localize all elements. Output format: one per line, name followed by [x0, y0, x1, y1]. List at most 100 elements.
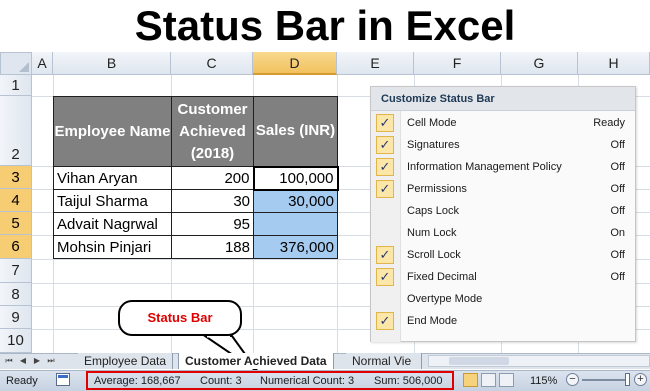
checkmark-icon: ✓ — [376, 246, 394, 264]
menu-item-label: Fixed Decimal — [407, 271, 477, 283]
status-average: Average: 168,667 — [94, 375, 181, 387]
cell-name[interactable]: Vihan Aryan — [53, 166, 172, 190]
cell-sales[interactable]: 30,000 — [253, 189, 338, 213]
row-header-2[interactable]: 2 — [0, 96, 32, 166]
page-break-preview-icon[interactable] — [499, 373, 514, 387]
cell-mode-indicator: Ready — [6, 375, 38, 387]
column-header-b[interactable]: B — [53, 52, 171, 75]
customize-status-bar-menu: Customize Status Bar ✓ Cell Mode Ready ✓ Sig… — [370, 86, 636, 342]
employee-table: Employee Name Customer Achieved (2018) S… — [53, 96, 339, 259]
checkmark-icon: ✓ — [376, 114, 394, 132]
cell-customers[interactable]: 30 — [171, 189, 254, 213]
row-header-3[interactable]: 3 — [0, 166, 32, 189]
cell-customers[interactable]: 95 — [171, 212, 254, 236]
column-header-c[interactable]: C — [171, 52, 253, 75]
page-title: Status Bar in Excel — [134, 2, 516, 49]
menu-item-cell-mode[interactable]: ✓ Cell Mode Ready — [371, 112, 635, 134]
cell-customers[interactable]: 188 — [171, 235, 254, 259]
column-header-g[interactable]: G — [501, 52, 578, 75]
menu-item-value: Off — [610, 271, 625, 283]
row-header-10[interactable]: 10 — [0, 329, 32, 353]
next-sheet-icon[interactable]: ▶ — [32, 355, 42, 367]
table-row: Advait Nagrwal 95 — [53, 212, 338, 236]
menu-title: Customize Status Bar — [371, 87, 635, 111]
status-count: Count: 3 — [200, 375, 242, 387]
cell-name[interactable]: Advait Nagrwal — [53, 212, 172, 236]
zoom-level[interactable]: 115% — [530, 374, 557, 388]
zoom-slider-thumb[interactable] — [625, 373, 630, 386]
header-employee-name[interactable]: Employee Name — [53, 96, 172, 167]
menu-item-fixed-decimal[interactable]: ✓ Fixed Decimal Off — [371, 266, 635, 288]
menu-item-signatures[interactable]: ✓ Signatures Off — [371, 134, 635, 156]
menu-item-value: Ready — [593, 117, 625, 129]
checkmark-icon: ✓ — [376, 268, 394, 286]
menu-item-value: Off — [610, 249, 625, 261]
row-header-1[interactable]: 1 — [0, 75, 32, 96]
page-layout-view-icon[interactable] — [481, 373, 496, 387]
cell-sales[interactable] — [253, 212, 338, 236]
scroll-thumb[interactable] — [449, 357, 509, 365]
menu-item-label: Cell Mode — [407, 117, 457, 129]
menu-item-value: Off — [610, 161, 625, 173]
cell-customers[interactable]: 200 — [171, 166, 254, 190]
cell-sales-active[interactable]: 100,000 — [252, 165, 339, 191]
row-header-5[interactable]: 5 — [0, 212, 32, 235]
row-header-6[interactable]: 6 — [0, 235, 32, 259]
column-header-h[interactable]: H — [578, 52, 650, 75]
table-row: Vihan Aryan 200 100,000 — [53, 165, 339, 191]
table-row: Taijul Sharma 30 30,000 — [53, 189, 338, 213]
column-header-d[interactable]: D — [253, 52, 337, 75]
menu-item-num-lock[interactable]: Num Lock On — [371, 222, 635, 244]
sheet-tab-employee-data[interactable]: Employee Data — [78, 353, 174, 369]
sheet-tab-normal-view[interactable]: Normal Vie — [346, 353, 422, 369]
menu-item-label: Caps Lock — [407, 205, 459, 217]
last-sheet-icon[interactable]: ⏭ — [46, 355, 56, 367]
header-customer-achieved[interactable]: Customer Achieved (2018) — [171, 96, 254, 167]
column-header-e[interactable]: E — [337, 52, 414, 75]
menu-item-label: Signatures — [407, 139, 460, 151]
menu-item-label: Num Lock — [407, 227, 457, 239]
menu-item-value: Off — [610, 139, 625, 151]
menu-item-label: Information Management Policy — [407, 161, 562, 173]
cell-name[interactable]: Mohsin Pinjari — [53, 235, 172, 259]
menu-item-overtype-mode[interactable]: Overtype Mode — [371, 288, 635, 310]
normal-view-icon[interactable] — [463, 373, 478, 387]
menu-item-value: Off — [610, 183, 625, 195]
row-header-8[interactable]: 8 — [0, 283, 32, 306]
menu-item-end-mode[interactable]: ✓ End Mode — [371, 310, 635, 332]
menu-item-label: End Mode — [407, 315, 458, 327]
zoom-out-icon[interactable]: − — [566, 373, 579, 386]
menu-item-permissions[interactable]: ✓ Permissions Off — [371, 178, 635, 200]
horizontal-scrollbar[interactable] — [428, 355, 650, 367]
header-sales[interactable]: Sales (INR) — [253, 96, 338, 167]
macro-record-icon[interactable] — [56, 373, 70, 386]
cell-name[interactable]: Taijul Sharma — [53, 189, 172, 213]
status-sum: Sum: 506,000 — [374, 375, 443, 387]
status-numerical-count: Numerical Count: 3 — [260, 375, 355, 387]
menu-item-information-management-policy[interactable]: ✓ Information Management Policy Off — [371, 156, 635, 178]
cell-sales[interactable]: 376,000 — [253, 235, 338, 259]
menu-item-value: Off — [610, 205, 625, 217]
menu-item-value: On — [610, 227, 625, 239]
checkmark-icon: ✓ — [376, 158, 394, 176]
checkmark-icon: ✓ — [376, 312, 394, 330]
menu-item-caps-lock[interactable]: Caps Lock Off — [371, 200, 635, 222]
row-header-9[interactable]: 9 — [0, 306, 32, 329]
table-header-row: Employee Name Customer Achieved (2018) S… — [53, 96, 338, 167]
zoom-slider[interactable] — [582, 379, 630, 381]
column-header-f[interactable]: F — [414, 52, 501, 75]
menu-item-label: Overtype Mode — [407, 293, 483, 305]
menu-item-scroll-lock[interactable]: ✓ Scroll Lock Off — [371, 244, 635, 266]
prev-sheet-icon[interactable]: ◀ — [18, 355, 28, 367]
row-header-4[interactable]: 4 — [0, 189, 32, 212]
select-all-corner[interactable] — [0, 52, 32, 75]
column-header-a[interactable]: A — [32, 52, 53, 75]
sheet-tab-customer-achieved-data[interactable]: Customer Achieved Data — [178, 353, 334, 369]
zoom-in-icon[interactable]: + — [634, 373, 647, 386]
first-sheet-icon[interactable]: ⏮ — [4, 355, 14, 367]
status-bar-callout: Status Bar — [118, 300, 242, 336]
menu-item-label: Scroll Lock — [407, 249, 461, 261]
table-row: Mohsin Pinjari 188 376,000 — [53, 235, 338, 259]
checkmark-icon: ✓ — [376, 136, 394, 154]
row-header-7[interactable]: 7 — [0, 259, 32, 283]
